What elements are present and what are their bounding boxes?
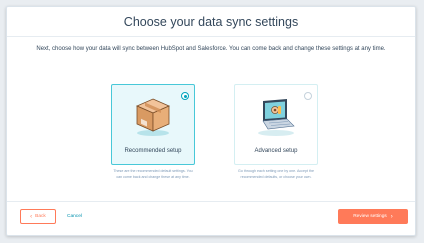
recommended-setup-card[interactable]: Recommended setup <box>111 84 195 165</box>
recommended-radio[interactable] <box>181 92 189 100</box>
recommended-setup-description: These are the recommended default settin… <box>113 169 193 179</box>
box-icon <box>136 98 170 136</box>
advanced-setup-label: Advanced setup <box>254 148 298 154</box>
back-button-label: Back <box>35 214 46 219</box>
advanced-setup-description: Go through each setting one by one. Acce… <box>238 169 314 179</box>
advanced-setup-card[interactable]: Advanced setup <box>234 84 318 165</box>
dialog-title: Choose your data sync settings <box>123 15 299 29</box>
chevron-left-icon: ‹ <box>30 213 33 220</box>
back-button[interactable]: ‹ Back <box>20 209 56 224</box>
review-settings-label: Review settings <box>353 214 387 219</box>
recommended-setup-label: Recommended setup <box>124 148 182 154</box>
footer-divider <box>7 201 415 202</box>
cancel-link[interactable]: Cancel <box>67 214 82 219</box>
dialog-subtitle: Next, choose how your data will sync bet… <box>36 46 386 52</box>
header-divider <box>7 36 415 37</box>
chevron-right-icon: › <box>390 213 393 220</box>
sync-settings-dialog: Choose your data sync settings Next, cho… <box>6 6 416 236</box>
advanced-radio[interactable] <box>304 92 312 100</box>
laptop-settings-icon <box>258 99 295 136</box>
review-settings-button[interactable]: Review settings › <box>338 209 408 224</box>
